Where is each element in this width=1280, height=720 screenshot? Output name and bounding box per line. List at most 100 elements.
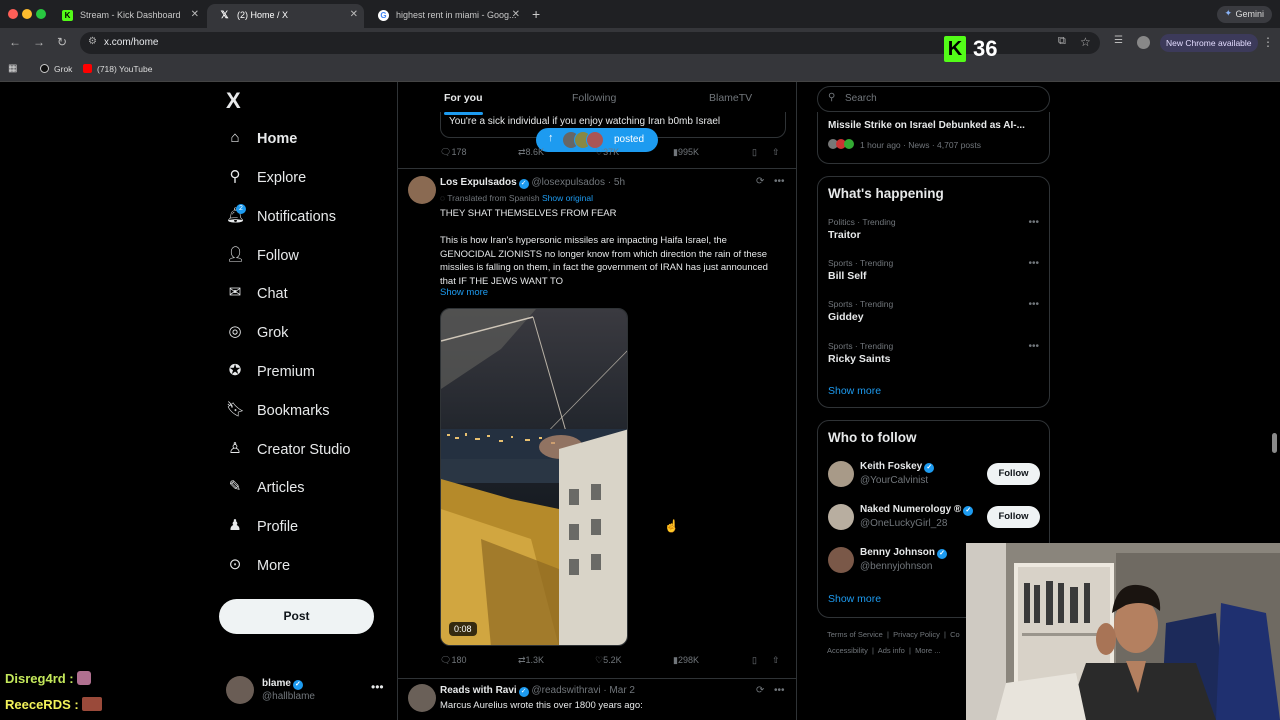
nav-home[interactable]: ⌂ Home <box>226 126 297 156</box>
bookmark-grok[interactable]: Grok <box>40 64 72 74</box>
user-avatar[interactable] <box>828 547 854 573</box>
footer-link[interactable]: Accessibility <box>827 646 868 655</box>
nav-label: Bookmarks <box>257 403 330 419</box>
share-icon[interactable]: ⇧ <box>772 147 780 158</box>
nav-follow[interactable]: 👤︎ Follow <box>226 243 299 273</box>
more-options-icon[interactable]: ••• <box>371 680 384 694</box>
close-tab-icon[interactable]: ✕ <box>191 9 199 20</box>
extensions-icon[interactable]: ☰ <box>1114 35 1123 46</box>
profile-icon: ♟ <box>228 517 242 534</box>
close-window-button[interactable] <box>8 9 18 19</box>
verified-badge-icon: ✓ <box>937 549 948 559</box>
tweet-avatar[interactable] <box>408 176 436 204</box>
more-options-icon[interactable]: ••• <box>1028 341 1039 352</box>
profile-avatar[interactable] <box>1137 36 1150 49</box>
nav-bookmarks[interactable]: 🔖︎ Bookmarks <box>226 398 330 428</box>
reply-button[interactable]: 🗨︎ 180 <box>440 655 466 666</box>
nav-profile[interactable]: ♟ Profile <box>226 514 298 544</box>
notification-badge: 2 <box>236 204 246 214</box>
nav-explore[interactable]: ⚲ Explore <box>226 165 307 195</box>
show-more-link[interactable]: Show more <box>828 593 881 605</box>
news-card[interactable]: Missile Strike on Israel Debunked as AI-… <box>817 112 1050 164</box>
new-tab-icon[interactable]: + <box>532 6 540 22</box>
repost-button[interactable]: ⇄ 1.3K <box>518 655 544 666</box>
close-tab-icon[interactable]: ✕ <box>350 9 358 20</box>
bookmark-star-icon[interactable]: ☆ <box>1080 35 1091 49</box>
more-options-icon[interactable]: ••• <box>1028 258 1039 269</box>
like-button[interactable]: ♡ 5.2K <box>595 655 622 666</box>
more-options-icon[interactable]: ••• <box>1028 299 1039 310</box>
search-placeholder: Search <box>845 93 877 104</box>
reload-icon[interactable]: ↻ <box>57 35 67 49</box>
verified-badge-icon: ✓ <box>518 687 529 697</box>
nav-notifications[interactable]: 🔔︎ 2 Notifications <box>226 204 336 234</box>
grok-analyze-icon[interactable]: ⟳ <box>756 176 764 187</box>
views-count[interactable]: ▮ 298K <box>673 655 699 666</box>
nav-creator-studio[interactable]: ♙ Creator Studio <box>226 437 350 467</box>
more-options-icon[interactable]: ••• <box>774 176 785 187</box>
minimize-window-button[interactable] <box>22 9 32 19</box>
show-more-link[interactable]: Show more <box>440 287 488 298</box>
repost-button[interactable]: ⇄ 8.6K <box>518 147 544 158</box>
tab-for-you[interactable]: For you <box>444 92 483 115</box>
new-chrome-available-button[interactable]: New Chrome available <box>1160 34 1258 52</box>
nav-grok[interactable]: ◎ Grok <box>226 320 288 350</box>
share-icon[interactable]: ⇧ <box>772 655 780 666</box>
footer-link[interactable]: Privacy Policy <box>893 630 940 639</box>
footer-link[interactable]: Terms of Service <box>827 630 883 639</box>
footer-link[interactable]: Co <box>950 630 960 639</box>
gemini-button[interactable]: Gemini <box>1217 6 1272 23</box>
user-name[interactable]: Benny Johnson ✓ <box>860 547 948 559</box>
tweet-actions: 🗨︎ 180 ⇄ 1.3K ♡ 5.2K ▮ 298K ▯ ⇧ <box>440 655 786 671</box>
footer-link[interactable]: More ... <box>915 646 940 655</box>
install-icon[interactable]: ⧉ <box>1058 35 1066 48</box>
tab-following[interactable]: Following <box>572 92 616 104</box>
bookmark-icon[interactable]: ▯ <box>752 655 757 666</box>
browser-tab-google[interactable]: G highest rent in miami - Goog... ✕ <box>366 4 526 28</box>
search-input[interactable]: ⚲ Search <box>817 86 1050 112</box>
views-count[interactable]: ▮ 995K <box>673 147 699 158</box>
reply-button[interactable]: 🗨︎ 178 <box>440 147 466 158</box>
nav-more[interactable]: ⊙ More <box>226 553 290 583</box>
tab-blametv[interactable]: BlameTV <box>709 92 752 104</box>
follow-button[interactable]: Follow <box>987 463 1040 485</box>
x-logo[interactable]: X <box>226 88 241 114</box>
follow-button[interactable]: Follow <box>987 506 1040 528</box>
nav-label: Explore <box>257 170 307 186</box>
footer-link[interactable]: Ads info <box>878 646 905 655</box>
close-tab-icon[interactable]: ✕ <box>512 9 520 20</box>
tweet-video[interactable]: 0:08 <box>440 308 628 646</box>
user-avatar[interactable] <box>828 461 854 487</box>
maximize-window-button[interactable] <box>36 9 46 19</box>
user-name[interactable]: Keith Foskey ✓ <box>860 461 935 473</box>
tweet-author[interactable]: Reads with Ravi ✓ @readswithravi · Mar 2 <box>440 685 635 697</box>
translation-note: ◌ Translated from Spanish Show original <box>440 193 593 203</box>
chrome-menu-icon[interactable]: ⋮ <box>1262 35 1274 49</box>
post-button[interactable]: Post <box>219 599 374 634</box>
forward-arrow-icon[interactable]: → <box>33 35 45 49</box>
back-arrow-icon[interactable]: ← <box>9 35 21 49</box>
more-options-icon[interactable]: ••• <box>1028 217 1039 228</box>
nav-chat[interactable]: ✉ Chat <box>226 281 288 311</box>
nav-articles[interactable]: ✎ Articles <box>226 475 305 505</box>
more-options-icon[interactable]: ••• <box>774 685 785 696</box>
user-name[interactable]: Naked Numerology ® ✓ <box>860 504 974 516</box>
browser-tab-x-home[interactable]: 𝕏 (2) Home / X ✕ <box>207 4 364 28</box>
bookmark-icon[interactable]: ▯ <box>752 147 757 158</box>
user-avatar[interactable] <box>828 504 854 530</box>
account-switcher[interactable]: blame ✓ @hallblame ••• <box>226 676 386 706</box>
show-original-link[interactable]: Show original <box>542 193 593 203</box>
tweet-avatar[interactable] <box>408 684 436 712</box>
chat-user: Disreg4rd : <box>5 671 74 686</box>
grok-analyze-icon[interactable]: ⟳ <box>756 685 764 696</box>
like-button[interactable]: ♡ 37K <box>595 147 619 158</box>
browser-tab-kick[interactable]: K Stream - Kick Dashboard ✕ <box>50 4 205 28</box>
nav-premium[interactable]: ✪ Premium <box>226 359 315 389</box>
apps-grid-icon[interactable]: ▦ <box>8 63 17 74</box>
page-scrollbar[interactable] <box>1272 433 1277 453</box>
bookmark-youtube[interactable]: (718) YouTube <box>83 64 152 74</box>
site-info-icon[interactable]: ⚙ <box>88 36 97 47</box>
tweet-author[interactable]: Los Expulsados ✓ @losexpulsados · 5h <box>440 177 625 189</box>
kick-logo: K <box>944 36 966 62</box>
show-more-link[interactable]: Show more <box>828 385 881 397</box>
